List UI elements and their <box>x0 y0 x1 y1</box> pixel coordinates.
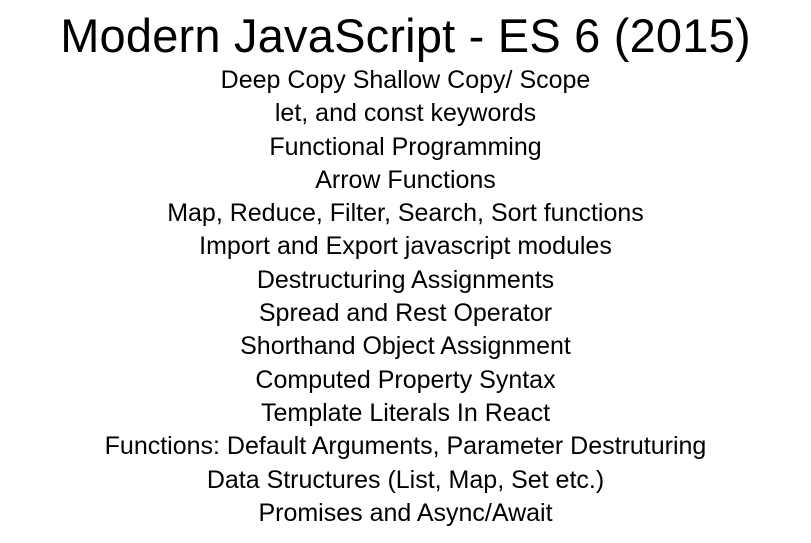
topic-item: Import and Export javascript modules <box>199 232 612 261</box>
slide: Modern JavaScript - ES 6 (2015) Deep Cop… <box>0 0 811 543</box>
topic-list: Deep Copy Shallow Copy/ Scope let, and c… <box>0 64 811 530</box>
topic-item: Arrow Functions <box>315 165 496 194</box>
topic-item: let, and const keywords <box>274 99 537 128</box>
topic-item: Destructuring Assignments <box>256 265 555 294</box>
topic-item: Spread and Rest Operator <box>258 299 553 328</box>
topic-item: Deep Copy Shallow Copy/ Scope <box>220 66 591 94</box>
topic-item: Template Literals In React <box>260 398 551 427</box>
topic-item: Functional Programming <box>269 132 542 161</box>
topic-item: Computed Property Syntax <box>255 365 556 394</box>
topic-item: Promises and Async/Await <box>258 498 553 527</box>
topic-item: Shorthand Object Assignment <box>240 332 571 361</box>
topic-item: Map, Reduce, Filter, Search, Sort functi… <box>167 199 644 228</box>
slide-title: Modern JavaScript - ES 6 (2015) <box>60 9 751 62</box>
topic-item: Functions: Default Arguments, Parameter … <box>104 432 707 461</box>
topic-item: Data Structures (List, Map, Set etc.) <box>206 465 605 494</box>
